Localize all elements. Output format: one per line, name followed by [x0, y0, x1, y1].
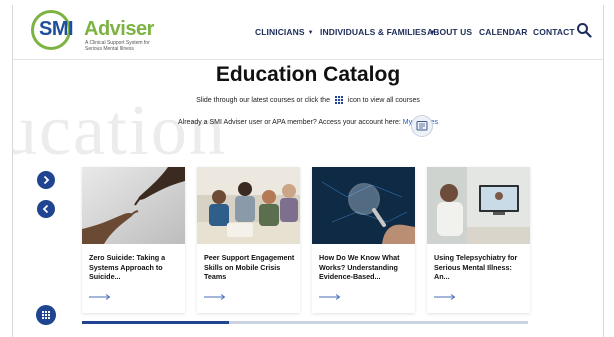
member-access-text: Already a SMI Adviser user or APA member…	[178, 119, 438, 126]
chevron-left-icon	[42, 204, 49, 214]
logo-tagline: A Clinical Support System for Serious Me…	[85, 40, 150, 52]
course-list-icon	[416, 121, 428, 131]
grid-icon	[42, 311, 50, 319]
nav-clinicians-label: CLINICIANS	[255, 27, 305, 37]
carousel-progress-track[interactable]	[82, 321, 528, 324]
arrow-right-icon	[434, 294, 456, 300]
course-title: Zero Suicide: Taking a Systems Approach …	[89, 253, 166, 282]
nav-about-us[interactable]: ABOUT US	[427, 27, 472, 37]
course-title: Using Telepsychiatry for Serious Mental …	[434, 253, 518, 282]
subtitle-text-after: icon to view all courses	[347, 96, 420, 104]
hands-reaching-image	[82, 167, 185, 244]
subtitle-text-before: Slide through our latest courses or clic…	[196, 96, 330, 104]
course-title: How Do We Know What Works? Understanding…	[319, 253, 400, 282]
nav-calendar-label: CALENDAR	[479, 27, 528, 37]
nav-clinicians[interactable]: CLINICIANS ▼	[255, 27, 314, 37]
mycourses-icon-button[interactable]	[411, 115, 433, 137]
page-title: Education Catalog	[215, 63, 401, 86]
arrow-right-icon	[204, 294, 226, 300]
nav-individuals-families[interactable]: INDIVIDUALS & FAMILIES ▼	[320, 27, 436, 37]
chevron-right-icon	[43, 175, 50, 185]
arrow-right-icon	[319, 294, 341, 300]
chevron-down-icon: ▼	[307, 30, 314, 36]
course-title: Peer Support Engagement Skills on Mobile…	[204, 253, 295, 282]
catalog-subtitle: Slide through our latest courses or clic…	[13, 96, 603, 104]
page-frame: SMI Adviser A Clinical Support System fo…	[12, 5, 604, 337]
course-card-evidence-based[interactable]: How Do We Know What Works? Understanding…	[312, 167, 415, 313]
nav-contact[interactable]: CONTACT	[533, 27, 575, 37]
site-header: SMI Adviser A Clinical Support System fo…	[13, 5, 603, 60]
grid-icon	[334, 96, 343, 104]
nav-about-us-label: ABOUT US	[427, 27, 473, 37]
search-icon[interactable]	[576, 22, 592, 38]
logo-smi-text: SMI	[39, 18, 74, 40]
course-card-zero-suicide[interactable]: Zero Suicide: Taking a Systems Approach …	[82, 167, 185, 313]
view-all-courses-button[interactable]	[36, 305, 56, 325]
carousel-next-button[interactable]	[37, 171, 55, 189]
carousel-prev-button[interactable]	[37, 200, 55, 218]
arrow-right-icon	[89, 294, 111, 300]
nav-calendar[interactable]: CALENDAR	[479, 27, 528, 37]
nav-individuals-families-label: INDIVIDUALS & FAMILIES	[320, 27, 427, 37]
carousel-progress-fill	[82, 321, 230, 324]
group-meeting-image	[197, 167, 300, 244]
nav-contact-label: CONTACT	[533, 27, 575, 37]
course-card-peer-support[interactable]: Peer Support Engagement Skills on Mobile…	[197, 167, 300, 313]
telehealth-image	[427, 167, 530, 244]
magnifier-network-image	[312, 167, 415, 244]
logo-adviser-text: Adviser	[84, 18, 154, 40]
course-card-telepsychiatry[interactable]: Using Telepsychiatry for Serious Mental …	[427, 167, 530, 313]
smi-adviser-logo[interactable]: SMI Adviser A Clinical Support System fo…	[31, 10, 171, 54]
member-access-label: Already a SMI Adviser user or APA member…	[178, 119, 401, 126]
